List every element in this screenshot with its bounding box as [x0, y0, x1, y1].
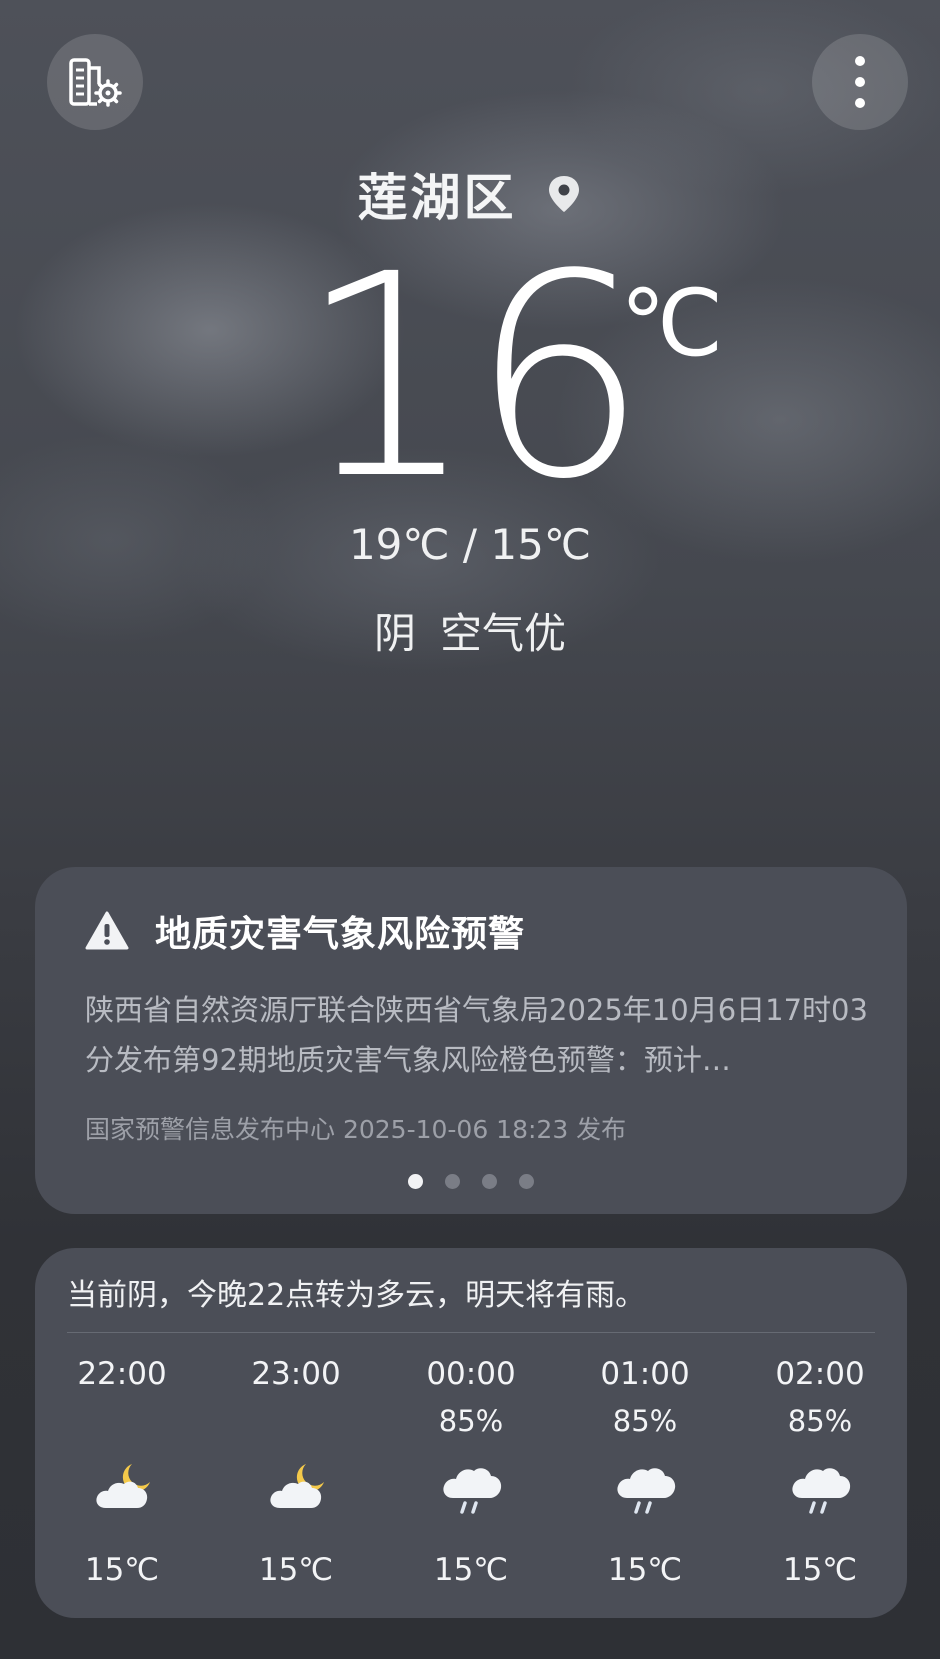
warning-body: 陕西省自然资源厅联合陕西省气象局2025年10月6日17时03分发布第92期地质… — [85, 993, 868, 1077]
page-dot — [482, 1174, 497, 1189]
hour-time: 02:00 — [775, 1356, 865, 1392]
partly-cloudy-night-icon — [270, 1464, 324, 1508]
warning-title-row: 地质灾害气象风险预警 — [85, 905, 525, 957]
hour-item: 23:00 15℃ — [209, 1356, 383, 1596]
weather-condition: 阴 — [373, 609, 416, 658]
location-pin-icon — [548, 176, 579, 212]
hour-precip: 85% — [438, 1404, 504, 1438]
warning-card[interactable]: 地质灾害气象风险预警 陕西省自然资源厅联合陕西省气象局2025年10月6日17时… — [35, 867, 907, 1214]
air-quality[interactable]: 空气优 — [440, 609, 566, 658]
hourly-list[interactable]: 22:00 15℃ 23:00 15℃ 00:00 85% 15℃ 01:00 … — [35, 1356, 907, 1596]
hour-precip: 85% — [787, 1404, 853, 1438]
hour-temp: 15℃ — [258, 1552, 334, 1588]
warning-triangle-icon — [85, 911, 129, 950]
forecast-summary: 当前阴，今晚22点转为多云，明天将有雨。 — [67, 1278, 646, 1313]
hour-item: 02:00 85% 15℃ — [733, 1356, 907, 1596]
hour-temp: 15℃ — [607, 1552, 683, 1588]
warning-source: 国家预警信息发布中心 2025-10-06 18:23 发布 — [85, 1115, 627, 1144]
hour-temp: 15℃ — [782, 1552, 858, 1588]
divider — [67, 1332, 875, 1333]
city-manager-button[interactable] — [47, 34, 143, 130]
condition-row: 阴空气优 — [0, 600, 940, 661]
city-settings-icon — [69, 58, 122, 107]
light-rain-icon — [443, 1468, 502, 1514]
hour-temp: 15℃ — [433, 1552, 509, 1588]
hour-temp: 15℃ — [84, 1552, 160, 1588]
hour-precip: 85% — [612, 1404, 678, 1438]
hour-item: 22:00 15℃ — [35, 1356, 209, 1596]
more-menu-button[interactable] — [812, 34, 908, 130]
page-indicator[interactable] — [35, 1174, 907, 1189]
page-dot — [519, 1174, 534, 1189]
hour-time: 22:00 — [77, 1356, 167, 1392]
temperature-unit: ℃ — [620, 270, 724, 377]
hour-item: 01:00 85% 15℃ — [558, 1356, 732, 1596]
hour-time: 00:00 — [426, 1356, 516, 1392]
temperature-range: 19℃ / 15℃ — [348, 520, 592, 569]
page-dot — [445, 1174, 460, 1189]
more-vertical-icon — [855, 56, 865, 108]
light-rain-icon — [617, 1468, 676, 1514]
hour-time: 23:00 — [251, 1356, 341, 1392]
hourly-forecast-card[interactable]: 当前阴，今晚22点转为多云，明天将有雨。 22:00 15℃ 23:00 15℃… — [35, 1248, 907, 1618]
warning-title: 地质灾害气象风险预警 — [155, 914, 526, 955]
partly-cloudy-night-icon — [96, 1464, 150, 1508]
hour-time: 01:00 — [600, 1356, 690, 1392]
current-temperature: 16 — [297, 215, 648, 541]
hour-item: 00:00 85% 15℃ — [384, 1356, 558, 1596]
light-rain-icon — [792, 1468, 851, 1514]
page-dot-active — [408, 1174, 423, 1189]
